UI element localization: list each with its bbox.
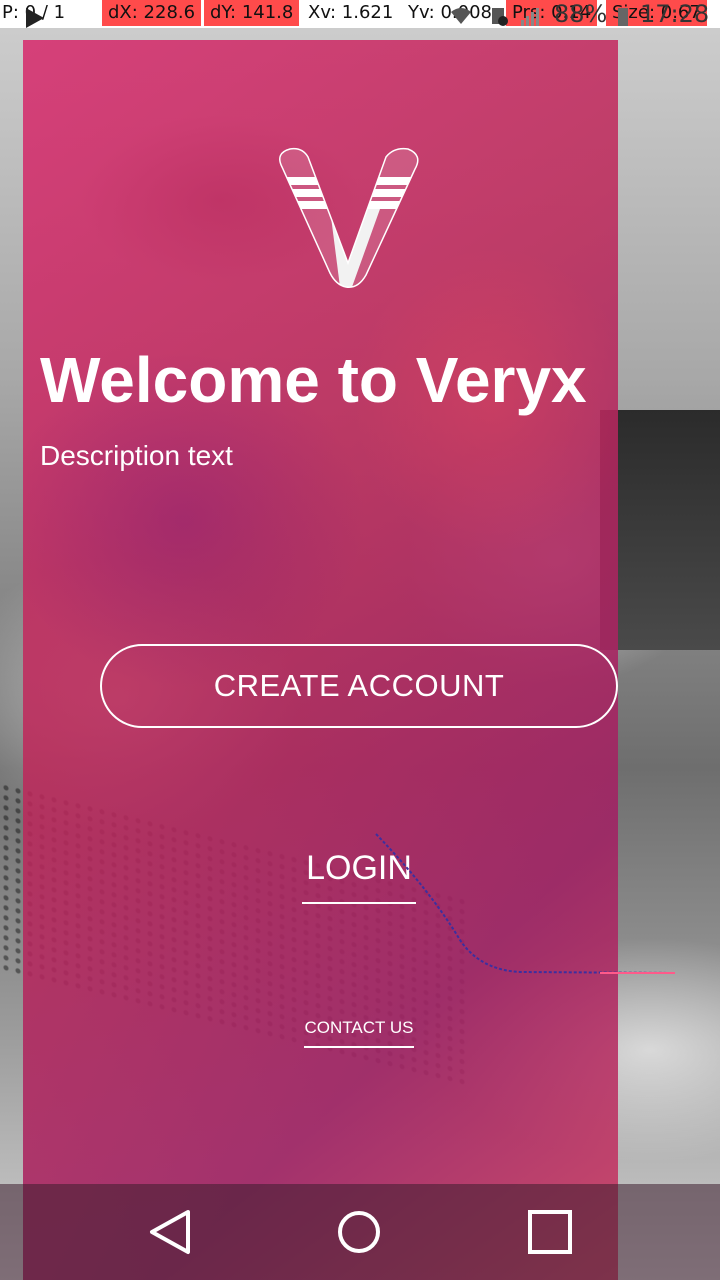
debug-dx: dX: 228.6 bbox=[102, 0, 202, 26]
signal-icon bbox=[521, 8, 539, 26]
battery-icon bbox=[618, 8, 628, 26]
contact-us-underline bbox=[304, 1046, 414, 1048]
pointer-trace bbox=[375, 833, 676, 974]
debug-xv: Xv: 1.621 bbox=[308, 2, 394, 23]
background-shadow bbox=[600, 410, 720, 650]
status-bar: P: 0 / 1 dX: 228.6 dY: 141.8 Xv: 1.621 Y… bbox=[0, 0, 720, 28]
home-icon[interactable] bbox=[329, 1204, 389, 1260]
clock: 17:28 bbox=[640, 0, 710, 28]
contact-us-link[interactable]: CONTACT US bbox=[304, 1016, 414, 1050]
navigation-bar bbox=[0, 1184, 720, 1280]
back-icon[interactable] bbox=[140, 1204, 200, 1260]
welcome-title: Welcome to Veryx bbox=[40, 344, 587, 416]
contact-us-label: CONTACT US bbox=[304, 1018, 414, 1037]
debug-dy: dY: 141.8 bbox=[204, 0, 300, 26]
welcome-description: Description text bbox=[40, 440, 233, 471]
battery-percent: 88% bbox=[554, 0, 608, 28]
sim-icon bbox=[492, 8, 508, 26]
recents-icon[interactable] bbox=[520, 1204, 580, 1260]
wifi-icon bbox=[451, 8, 471, 24]
veryx-logo bbox=[279, 147, 419, 288]
create-account-button[interactable]: CREATE ACCOUNT bbox=[100, 644, 618, 728]
play-icon bbox=[26, 8, 44, 28]
